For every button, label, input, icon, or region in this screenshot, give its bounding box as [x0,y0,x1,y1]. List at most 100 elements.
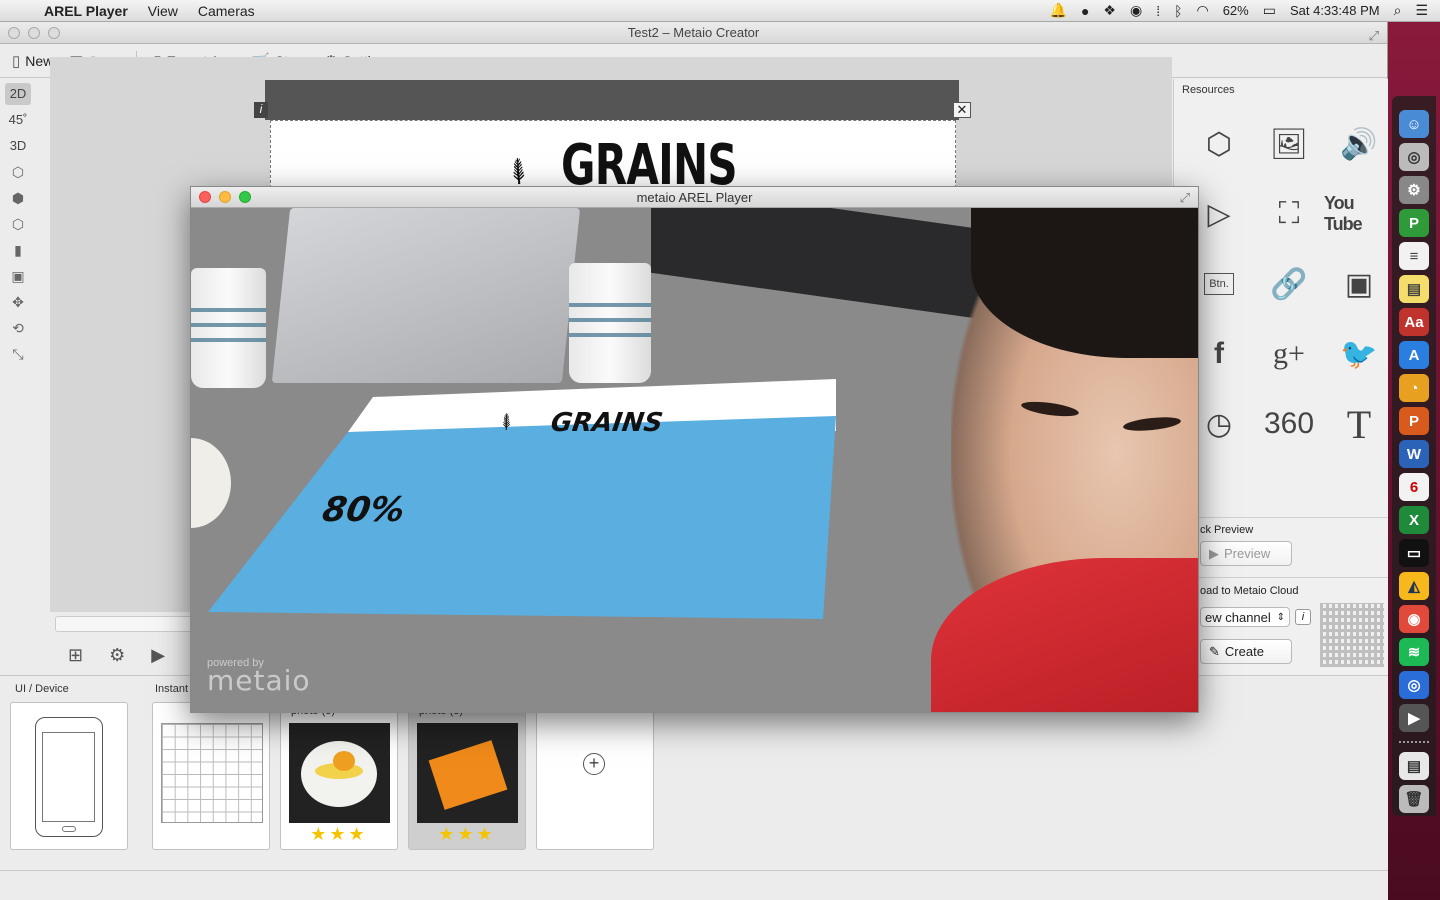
view-3d-button[interactable]: 3D [5,135,31,157]
play-icon[interactable]: ▶ [151,645,165,666]
scene-grains-card[interactable]: ⸙ GRAINS [270,120,956,188]
cup-band [191,308,266,312]
scale-icon[interactable]: ⤡ [5,343,31,365]
system-preferences-icon[interactable]: ⚙ [1399,176,1429,204]
add-track-icon[interactable]: ⊞ [68,645,83,666]
calendar-icon[interactable]: 6 [1399,473,1429,501]
preview-button[interactable]: ▶ Preview [1200,541,1292,566]
google-chrome-icon[interactable]: ◉ [1399,605,1429,633]
left-tool-column: 2D 45˚ 3D ⬡ ⬢ ⬡ ▮ ▣ ✥ ⟲ ⤡ [0,79,36,639]
battery-percent[interactable]: 62% [1223,3,1249,18]
zoom-window-button[interactable] [48,27,60,39]
fullscreen-video-icon[interactable]: ⛶ [1254,179,1324,249]
panorama-360-icon[interactable]: 360 [1254,389,1324,459]
track-settings-icon[interactable]: ⚙ [109,645,125,666]
launchpad-icon[interactable]: ◎ [1399,143,1429,171]
app-store-icon[interactable]: A [1399,341,1429,369]
3d-model-icon[interactable]: ⬡ [1184,109,1254,179]
info-icon[interactable]: i [254,102,268,118]
add-circle-icon: + [583,753,605,775]
sound-icon[interactable]: 🔊 [1324,109,1394,179]
word-icon[interactable]: W [1399,440,1429,468]
rotate-icon[interactable]: ⟲ [5,317,31,339]
instant-template-thumbnail[interactable] [152,702,270,850]
channel-info-icon[interactable]: i [1295,609,1311,625]
powerpoint-icon[interactable]: P [1399,407,1429,435]
youtube-icon[interactable]: You Tube [1324,179,1394,249]
menu-app-name[interactable]: AREL Player [44,3,128,19]
terminal-icon[interactable]: ▭ [1399,539,1429,567]
trash-icon[interactable]: 🗑 [1399,785,1429,813]
player-minimize-button[interactable] [219,191,231,203]
panorama-360-label: 360 [1263,407,1315,440]
dictionary-icon[interactable]: Aa [1399,308,1429,336]
image-icon[interactable]: 🖼 [1254,109,1324,179]
downloads-stack-icon[interactable]: ▤ [1399,752,1429,780]
lock-icon[interactable]: ▣ [5,265,31,287]
signal-icon[interactable]: ⁞ [1156,3,1160,19]
horizontal-scrollbar[interactable] [55,616,195,632]
chrome-legacy-icon[interactable]: ◔ [1399,374,1429,402]
move-icon[interactable]: ✥ [5,291,31,313]
excel-icon[interactable]: X [1399,506,1429,534]
resources-grid: ⬡ 🖼 🔊 ▷ ⛶ You Tube Btn. 🔗 ▣ f g+ 🐦 ◷ 360… [1184,109,1394,459]
channel-select[interactable]: ew channel ⇕ [1200,607,1290,627]
quick-preview-label: ck Preview [1200,524,1254,536]
preview-label: Preview [1224,546,1271,561]
spotify-icon[interactable]: ≋ [1399,638,1429,666]
ar-grains-overlay [208,379,836,619]
stickies-icon[interactable]: ▤ [1399,275,1429,303]
notification-center-icon[interactable]: ☰ [1415,2,1428,19]
quicktime-icon[interactable]: ▶ [1399,704,1429,732]
menu-cameras[interactable]: Cameras [198,3,255,19]
bluetooth-icon[interactable]: ᛒ [1174,3,1182,19]
google-plus-icon[interactable]: g+ [1254,319,1324,389]
notification-bell-icon[interactable]: 🔔 [1050,2,1067,19]
photo-thumbnail-goldfish[interactable]: photo (3) ★★★ [408,702,526,850]
menu-view[interactable]: View [148,3,178,19]
player-fullscreen-icon[interactable]: ⤢ [1180,187,1190,208]
player-titlebar: metaio AREL Player ⤢ [191,187,1198,208]
player-close-button[interactable] [199,191,211,203]
player-zoom-button[interactable] [239,191,251,203]
finder-icon[interactable]: ☺ [1399,110,1429,138]
close-window-button[interactable] [8,27,20,39]
notes-icon[interactable]: ≡ [1399,242,1429,270]
cube-side-icon[interactable]: ⬢ [5,187,31,209]
powered-by-watermark: powered by metaio [207,657,311,695]
activity-icon[interactable]: ◉ [1130,2,1142,19]
resources-panel: Resources ⬡ 🖼 🔊 ▷ ⛶ You Tube Btn. 🔗 ▣ f … [1173,79,1388,675]
window-title: Test2 – Metaio Creator [627,25,760,40]
channel-value: ew channel [1205,609,1271,625]
link-icon[interactable]: 🔗 [1254,249,1324,319]
create-button[interactable]: ✎ Create [1200,639,1292,664]
text-icon[interactable]: T [1324,389,1394,459]
add-tracking-image-thumbnail[interactable]: + [536,702,654,850]
cup-center [569,263,651,383]
new-button[interactable]: ▯ New [12,52,53,70]
cup-band [191,323,266,327]
project-app-icon[interactable]: P [1399,209,1429,237]
cube-top-icon[interactable]: ⬡ [5,213,31,235]
cube-front-icon[interactable]: ⬡ [5,161,31,183]
dropbox-icon[interactable]: ❖ [1103,2,1116,19]
photo-thumbnail-banana[interactable]: photo (3) ★★★ [280,702,398,850]
drop-icon[interactable]: ● [1081,3,1089,19]
target-app-icon[interactable]: ◎ [1399,671,1429,699]
bookmark-icon[interactable]: ▮ [5,239,31,261]
vlc-icon[interactable]: ◭ [1399,572,1429,600]
status-bar [0,870,1388,900]
overlay-icon[interactable]: ▣ [1324,249,1394,319]
spotlight-search-icon[interactable]: ⌕ [1394,2,1402,19]
wifi-icon[interactable]: ◠ [1196,2,1208,19]
remove-card-close-icon[interactable]: ✕ [953,102,971,118]
device-thumbnail[interactable] [10,702,128,850]
twitter-icon[interactable]: 🐦 [1324,319,1394,389]
battery-icon[interactable]: ▭ [1263,2,1276,19]
view-45-button[interactable]: 45˚ [5,109,31,131]
wheat-icon: ⸙ [494,145,543,188]
menu-clock[interactable]: Sat 4:33:48 PM [1290,3,1380,18]
minimize-window-button[interactable] [28,27,40,39]
camera-view[interactable]: ⸙ GRAINS 80% powered by metaio [191,208,1198,712]
view-2d-button[interactable]: 2D [5,83,31,105]
